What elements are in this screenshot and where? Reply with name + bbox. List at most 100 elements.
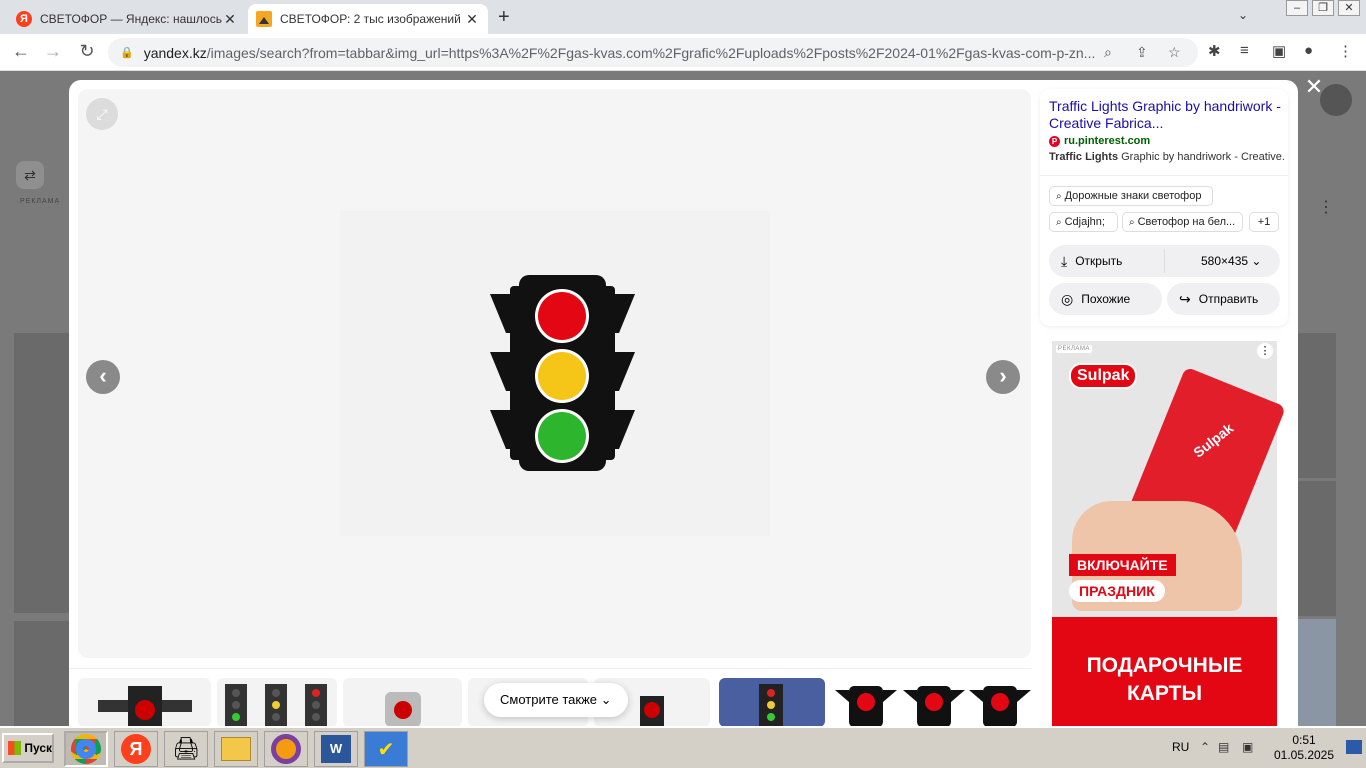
folder-icon: [221, 737, 251, 761]
more-icon[interactable]: ⋮: [1257, 343, 1273, 359]
share-button[interactable]: ↪ Отправить: [1167, 283, 1280, 315]
source-description: Traffic Lights Graphic by handriwork - C…: [1049, 151, 1284, 163]
divider: [1164, 249, 1165, 273]
bookmark-star-icon[interactable]: ☆: [1168, 44, 1181, 61]
yellow-light: [538, 352, 586, 400]
share-arrow-icon: ↪: [1179, 291, 1191, 307]
previous-image-button[interactable]: ‹: [86, 360, 120, 394]
tab-yandex-search[interactable]: Я СВЕТОФОР — Яндекс: нашлось 32 ✕: [8, 4, 246, 34]
ad-label: РЕКЛАМА: [1056, 345, 1092, 353]
advertisement[interactable]: РЕКЛАМА ⋮ Sulpak Sulpak ВКЛЮЧАЙТЕ ПРАЗДН…: [1040, 334, 1288, 726]
image-icon: [256, 11, 272, 27]
media-icon[interactable]: ≡: [1240, 42, 1249, 59]
menu-icon[interactable]: ⋮: [1338, 42, 1353, 60]
expand-icon[interactable]: ⤢: [86, 98, 118, 130]
app-launcher[interactable]: ✔: [364, 731, 408, 767]
related-query-chip[interactable]: ⌕ Cdjajhn;: [1049, 212, 1118, 232]
filter-icon: ⇄: [16, 161, 44, 189]
thumbnail[interactable]: [833, 678, 1031, 726]
traffic-light-image: [490, 275, 635, 471]
background-tile: [1298, 481, 1336, 616]
maximize-button[interactable]: ❐: [1312, 0, 1334, 16]
search-icon: ⌕: [1129, 217, 1135, 228]
ad-tagline: ВКЛЮЧАЙТЕ: [1069, 554, 1176, 576]
printer-icon: 🖨: [172, 736, 200, 761]
more-icon: ⋮: [1318, 199, 1334, 216]
window-close-button[interactable]: ✕: [1338, 0, 1360, 16]
network-icon[interactable]: ▣: [1242, 740, 1253, 754]
thumbnail[interactable]: [217, 678, 337, 726]
profile-icon[interactable]: ●: [1304, 42, 1313, 59]
background-tile: [1298, 333, 1336, 478]
taskbar: Пуск Я 🖨 W ✔ RU ⌃ ▤ ▣ 0:51 01.05.2025: [0, 726, 1366, 768]
ad-image[interactable]: РЕКЛАМА ⋮ Sulpak Sulpak ВКЛЮЧАЙТЕ ПРАЗДН…: [1052, 341, 1287, 617]
explorer-app[interactable]: [214, 731, 258, 767]
chevron-down-icon[interactable]: ⌄: [1238, 8, 1248, 22]
thumbnail[interactable]: [78, 678, 211, 726]
image-viewer-modal: ⤢ ‹ › Смотрите также ⌄ Traffic Lights Gr…: [69, 80, 1298, 726]
chrome-icon: [71, 734, 101, 764]
tab-title: СВЕТОФОР — Яндекс: нашлось 32: [40, 12, 222, 26]
close-icon[interactable]: ✕: [1302, 74, 1326, 100]
minimize-button[interactable]: –: [1286, 0, 1308, 16]
yandex-icon: Я: [16, 11, 32, 27]
source-domain[interactable]: Pru.pinterest.com: [1049, 135, 1150, 147]
thumbnail[interactable]: [343, 678, 462, 726]
sidepanel-icon[interactable]: ▣: [1272, 42, 1286, 60]
zoom-search-icon[interactable]: ⌕: [1104, 44, 1112, 61]
size-select[interactable]: 580×435 ⌄: [1201, 245, 1261, 277]
show-desktop-icon[interactable]: [1346, 740, 1362, 754]
extensions-icon[interactable]: ✱: [1208, 42, 1221, 60]
new-tab-icon[interactable]: +: [498, 6, 510, 29]
background-tile: [14, 621, 69, 726]
back-icon[interactable]: ←: [10, 41, 32, 62]
clipboard-icon[interactable]: ▤: [1218, 740, 1229, 754]
tab-title: СВЕТОФОР: 2 тыс изображений на: [280, 12, 464, 26]
chevron-up-icon[interactable]: ⌃: [1200, 740, 1210, 754]
chevron-down-icon: ⌄: [600, 692, 612, 707]
chrome-app[interactable]: [64, 731, 108, 767]
background-tile: [14, 333, 69, 613]
reload-icon[interactable]: ↻: [76, 41, 98, 62]
close-icon[interactable]: ✕: [222, 11, 238, 28]
ad-brand-logo: Sulpak: [1069, 363, 1138, 389]
red-light: [538, 292, 586, 340]
language-indicator[interactable]: RU: [1172, 740, 1189, 754]
printer-app[interactable]: 🖨: [164, 731, 208, 767]
clock[interactable]: 0:51 01.05.2025: [1268, 733, 1340, 763]
windows-logo-icon: [8, 741, 22, 755]
url-text[interactable]: yandex.kz/images/search?from=tabbar&img_…: [144, 45, 1104, 61]
start-button[interactable]: Пуск: [2, 733, 54, 763]
close-icon[interactable]: ✕: [464, 11, 480, 28]
word-app[interactable]: W: [314, 731, 358, 767]
yandex-icon: Я: [121, 734, 151, 764]
image-frame[interactable]: [340, 211, 770, 536]
lock-icon[interactable]: 🔒: [120, 46, 134, 59]
yandex-browser-app[interactable]: Я: [114, 731, 158, 767]
ad-tagline: ПРАЗДНИК: [1069, 580, 1165, 602]
open-image-button[interactable]: ⤓ Открыть 580×435 ⌄: [1049, 245, 1280, 277]
background-tile: [1298, 619, 1336, 726]
similar-button[interactable]: ◎ Похожие: [1049, 283, 1162, 315]
divider: [1040, 175, 1288, 176]
see-also-button[interactable]: Смотрите также ⌄: [484, 683, 628, 717]
more-chips-button[interactable]: +1: [1249, 212, 1279, 232]
tab-images[interactable]: СВЕТОФОР: 2 тыс изображений на ✕: [248, 4, 488, 34]
similar-thumbnails: Смотрите также ⌄: [69, 668, 1031, 726]
thumbnail[interactable]: [719, 678, 825, 726]
window-controls: – ❐ ✕: [1286, 0, 1360, 16]
download-icon: ⤓: [1061, 253, 1068, 269]
word-icon: W: [321, 735, 351, 763]
share-icon[interactable]: ⇪: [1136, 44, 1148, 61]
related-query-chip[interactable]: ⌕ Дорожные знаки светофор: [1049, 186, 1213, 206]
tor-app[interactable]: [264, 731, 308, 767]
tab-strip: Я СВЕТОФОР — Яндекс: нашлось 32 ✕ СВЕТОФ…: [0, 0, 1366, 34]
checklist-icon: ✔: [377, 738, 395, 761]
source-title-link[interactable]: Traffic Lights Graphic by handriwork - C…: [1049, 98, 1281, 132]
forward-icon[interactable]: →: [42, 41, 64, 62]
search-icon: ⌕: [1056, 191, 1062, 202]
address-bar[interactable]: 🔒 yandex.kz/images/search?from=tabbar&im…: [108, 38, 1198, 67]
related-query-chip[interactable]: ⌕ Светофор на бел...: [1122, 212, 1243, 232]
next-image-button[interactable]: ›: [986, 360, 1020, 394]
green-light: [538, 412, 586, 460]
